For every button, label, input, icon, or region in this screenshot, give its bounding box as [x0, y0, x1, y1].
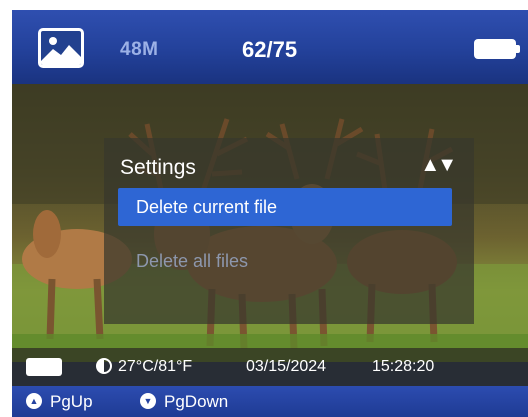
up-circle-icon[interactable]: ▲ [26, 393, 42, 409]
temperature-readout: 27°C/81°F [118, 358, 193, 375]
top-status-bar: 48M 62/75 [12, 10, 528, 84]
camera-screen: 48M 62/75 Settings ▲▼ Delete current fil… [12, 10, 528, 417]
date-readout: 03/15/2024 [246, 358, 327, 375]
bottom-info-bar: 27°C/81°F 03/15/2024 15:28:20 [12, 348, 528, 386]
pgdown-label: PgDown [164, 392, 229, 411]
menu-item-delete-all-files[interactable]: Delete all files [136, 251, 248, 272]
time-readout: 15:28:20 [372, 358, 435, 375]
menu-item-label: Delete current file [136, 197, 278, 217]
bottom-nav-bar: ▲ PgUp ▼ PgDown [12, 386, 528, 417]
file-counter: 62/75 [242, 37, 298, 62]
battery-full-icon [474, 39, 520, 59]
resolution-label: 48M [120, 39, 159, 60]
pgup-label: PgUp [50, 392, 93, 411]
menu-scroll-arrows-icon: ▲▼ [420, 154, 457, 176]
down-circle-icon[interactable]: ▼ [140, 393, 156, 409]
thermometer-icon [96, 358, 112, 374]
gallery-image-icon [38, 28, 84, 68]
settings-menu: Settings ▲▼ Delete current file Delete a… [104, 138, 474, 324]
menu-item-delete-current-file[interactable]: Delete current file [118, 188, 452, 226]
battery-full-icon [26, 358, 62, 376]
menu-title: Settings [120, 156, 196, 179]
